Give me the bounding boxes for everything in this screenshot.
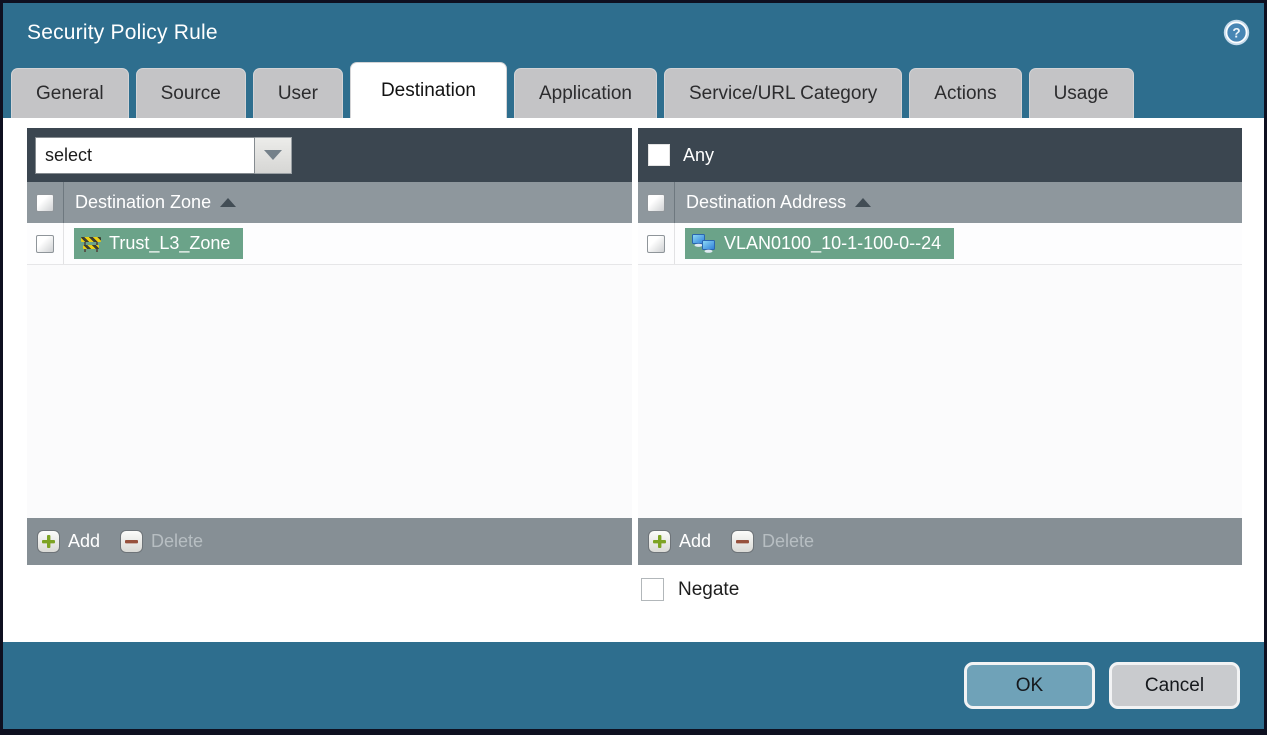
zone-type-select[interactable]: select — [35, 136, 292, 174]
zone-add-label: Add — [68, 531, 101, 551]
zone-type-select-value[interactable]: select — [35, 136, 255, 174]
zone-row-checkbox-cell — [27, 223, 64, 264]
any-checkbox[interactable] — [648, 144, 670, 166]
tab-application[interactable]: Application — [514, 68, 657, 118]
zone-header-checkbox-cell — [27, 182, 64, 223]
title-bar: Security Policy Rule ? — [3, 3, 1264, 62]
address-header-checkbox-cell — [638, 182, 675, 223]
svg-text:?: ? — [1232, 25, 1240, 40]
zone-row-checkbox[interactable] — [36, 234, 54, 253]
negate-option: Negate — [641, 578, 739, 601]
ok-button[interactable]: OK — [964, 662, 1095, 709]
zone-item-label: Trust_L3_Zone — [109, 233, 231, 253]
zone-actions-bar: Add Delete — [27, 518, 632, 565]
tab-destination[interactable]: Destination — [349, 62, 507, 118]
zone-select-all-checkbox[interactable] — [36, 193, 54, 212]
address-select-all-checkbox[interactable] — [647, 193, 665, 212]
tab-usage[interactable]: Usage — [1028, 68, 1134, 118]
plus-icon — [648, 530, 671, 553]
address-row-checkbox[interactable] — [647, 234, 665, 253]
address-add-label: Add — [679, 531, 712, 551]
dialog-window: Security Policy Rule ? General Source Us… — [3, 3, 1264, 729]
tab-actions[interactable]: Actions — [909, 68, 1022, 118]
address-icon — [692, 234, 716, 253]
dialog-footer: OK Cancel — [3, 642, 1264, 729]
tab-strip: General Source User Destination Applicat… — [3, 62, 1264, 118]
zone-item-chip[interactable]: Trust_L3_Zone — [74, 228, 244, 259]
zone-list: Trust_L3_Zone — [27, 223, 632, 518]
sort-ascending-icon — [855, 198, 872, 207]
address-list: VLAN0100_10-1-100-0--24 — [638, 223, 1242, 518]
destination-address-panel: Any Destination Address VLAN0100_10-1-10… — [638, 128, 1242, 565]
zone-column-header[interactable]: Destination Zone — [27, 182, 632, 223]
tab-general[interactable]: General — [11, 68, 129, 118]
zone-type-select-button[interactable] — [255, 136, 292, 174]
any-option: Any — [646, 144, 714, 166]
address-actions-bar: Add Delete — [638, 518, 1242, 565]
zone-add-button[interactable]: Add — [37, 530, 100, 553]
address-row[interactable]: VLAN0100_10-1-100-0--24 — [638, 223, 1242, 265]
zone-column-label: Destination Zone — [75, 192, 212, 212]
address-item-chip[interactable]: VLAN0100_10-1-100-0--24 — [685, 228, 955, 259]
any-label: Any — [683, 144, 715, 165]
zone-delete-label: Delete — [151, 531, 204, 551]
minus-icon — [731, 530, 755, 553]
address-add-button[interactable]: Add — [648, 530, 711, 553]
address-delete-label: Delete — [762, 531, 815, 551]
address-panel-toolbar: Any — [638, 128, 1242, 182]
chevron-down-icon — [264, 150, 282, 160]
negate-label: Negate — [678, 578, 740, 600]
destination-zone-panel: select Destination Zone Trust_L3_Zone Ad… — [27, 128, 632, 565]
negate-checkbox[interactable] — [641, 578, 664, 601]
address-delete-button[interactable]: Delete — [731, 530, 814, 553]
security-policy-rule-dialog: Security Policy Rule ? General Source Us… — [0, 0, 1267, 735]
tab-service-url-category[interactable]: Service/URL Category — [663, 68, 903, 118]
address-row-checkbox-cell — [638, 223, 675, 264]
tab-user[interactable]: User — [252, 68, 343, 118]
zone-delete-button[interactable]: Delete — [120, 530, 203, 553]
cancel-button[interactable]: Cancel — [1109, 662, 1240, 709]
minus-icon — [120, 530, 144, 553]
tab-source[interactable]: Source — [135, 68, 246, 118]
plus-icon — [37, 530, 60, 553]
help-icon[interactable]: ? — [1223, 19, 1250, 46]
address-column-label: Destination Address — [686, 192, 847, 212]
sort-ascending-icon — [220, 198, 237, 207]
zone-row[interactable]: Trust_L3_Zone — [27, 223, 632, 265]
destination-tab-content: select Destination Zone Trust_L3_Zone Ad… — [3, 118, 1264, 642]
address-column-header[interactable]: Destination Address — [638, 182, 1242, 223]
dialog-title: Security Policy Rule — [27, 20, 218, 44]
zone-icon — [81, 236, 101, 252]
zone-panel-toolbar: select — [27, 128, 632, 182]
address-item-label: VLAN0100_10-1-100-0--24 — [724, 233, 942, 253]
